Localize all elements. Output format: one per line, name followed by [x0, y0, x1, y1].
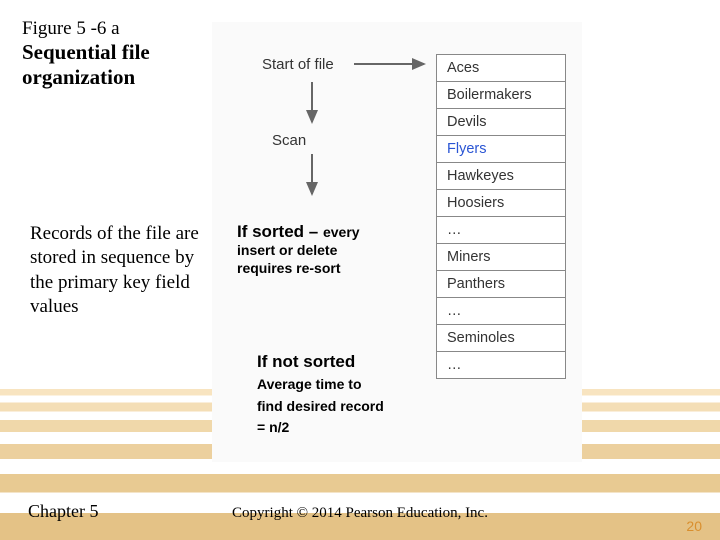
- record-row: Seminoles: [437, 325, 565, 352]
- figure-header: Figure 5 -6 a Sequential file organizati…: [22, 18, 212, 90]
- figure-title-line1: Sequential file: [22, 40, 212, 65]
- record-row: Hoosiers: [437, 190, 565, 217]
- records-table: AcesBoilermakersDevilsFlyersHawkeyesHoos…: [436, 54, 566, 379]
- if-sorted-cont: every: [323, 224, 360, 240]
- page-number: 20: [686, 518, 702, 534]
- if-not-sorted-sub1: Average time to: [257, 376, 417, 394]
- figure-title-line2: organization: [22, 65, 212, 90]
- record-row: Aces: [437, 55, 565, 82]
- record-row: Boilermakers: [437, 82, 565, 109]
- record-row: …: [437, 352, 565, 378]
- figure-label: Figure 5 -6 a: [22, 18, 212, 40]
- if-sorted-sub2: requires re-sort: [237, 260, 407, 278]
- if-not-sorted-block: If not sorted Average time to find desir…: [257, 352, 417, 437]
- if-sorted-sub1: insert or delete: [237, 242, 407, 260]
- record-row: Miners: [437, 244, 565, 271]
- if-not-sorted-sub2: find desired record: [257, 398, 417, 416]
- if-sorted-heading: If sorted – every: [237, 222, 407, 242]
- copyright-text: Copyright © 2014 Pearson Education, Inc.: [0, 505, 720, 522]
- if-sorted-block: If sorted – every insert or delete requi…: [237, 222, 407, 277]
- record-row: …: [437, 217, 565, 244]
- if-not-sorted-sub3: = n/2: [257, 419, 417, 437]
- records-description: Records of the file are stored in sequen…: [30, 222, 210, 319]
- record-row: Panthers: [437, 271, 565, 298]
- record-row: Devils: [437, 109, 565, 136]
- record-row: …: [437, 298, 565, 325]
- record-row: Flyers: [437, 136, 565, 163]
- if-sorted-text: If sorted –: [237, 222, 323, 241]
- if-not-sorted-heading: If not sorted: [257, 352, 417, 372]
- record-row: Hawkeyes: [437, 163, 565, 190]
